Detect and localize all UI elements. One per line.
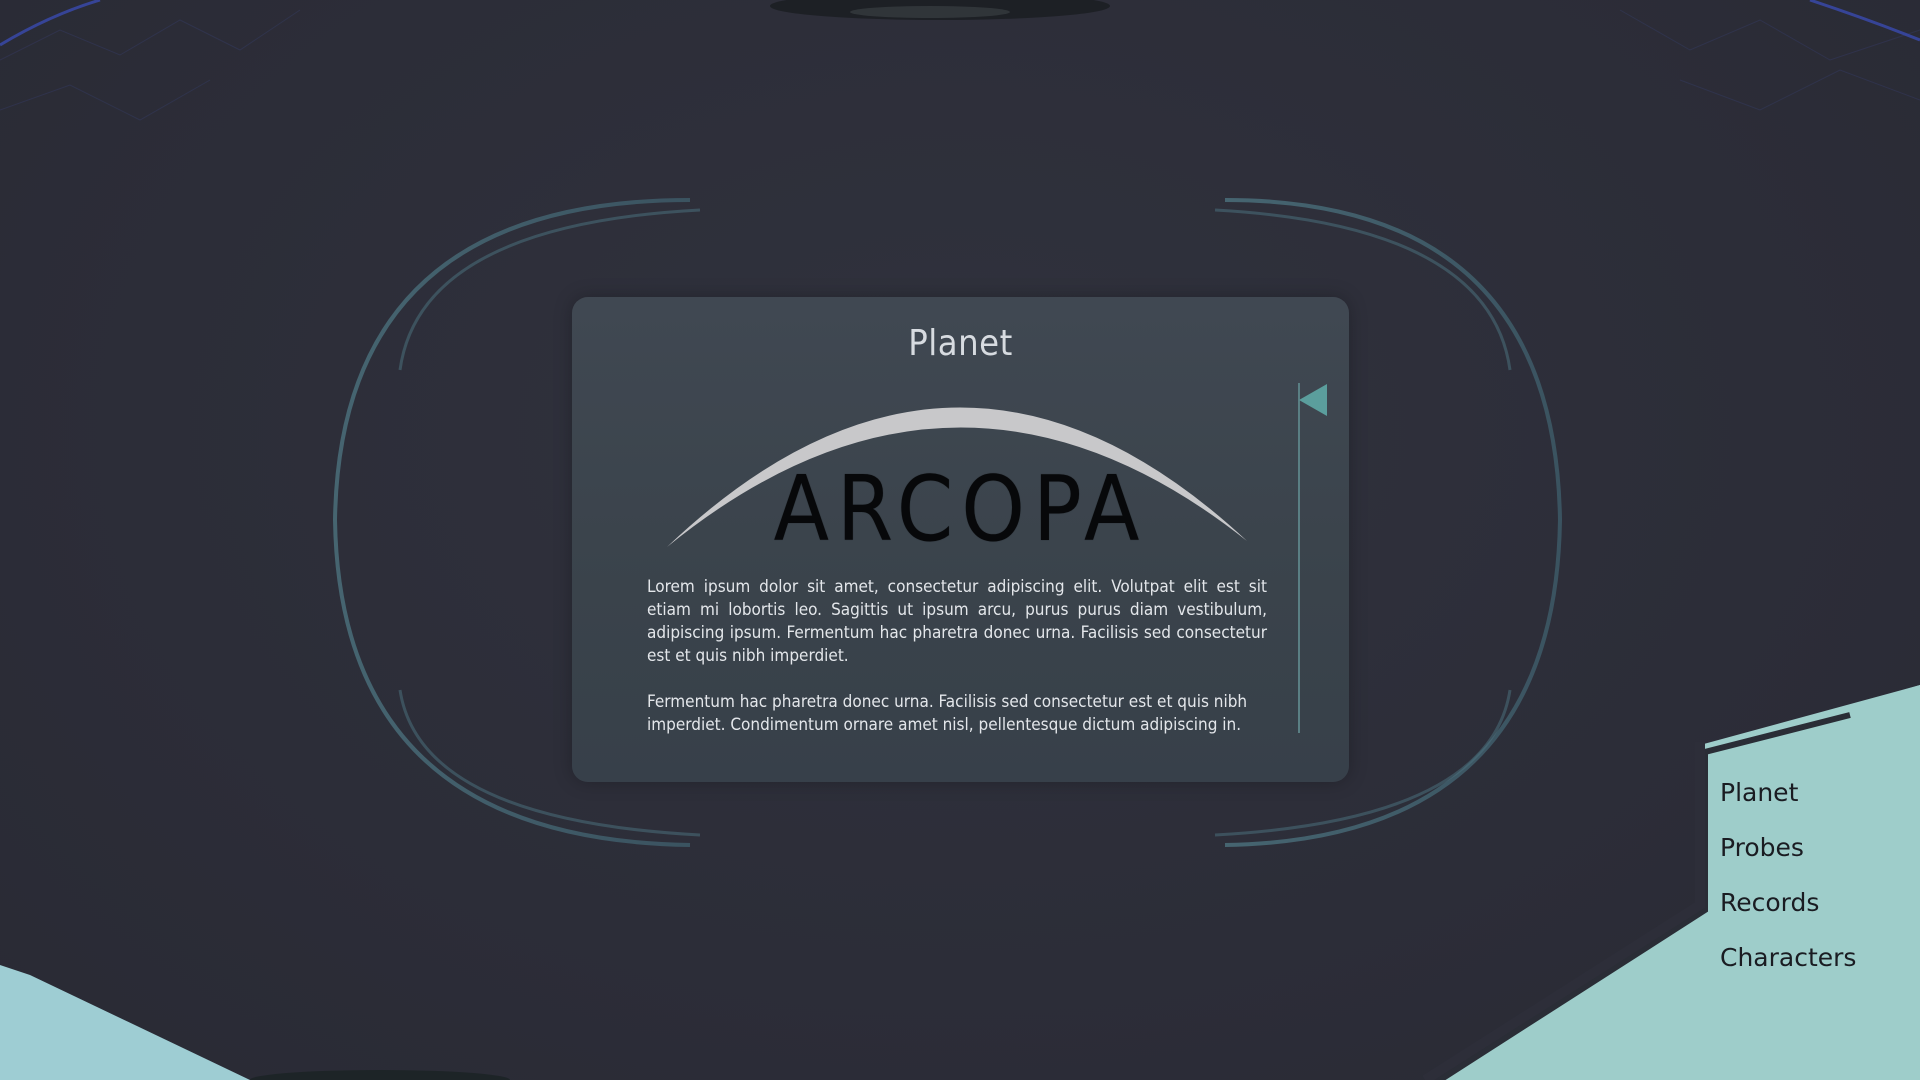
scroll-track[interactable] bbox=[1298, 383, 1300, 733]
card-title: Planet bbox=[908, 323, 1013, 364]
nav-item-characters[interactable]: Characters bbox=[1720, 937, 1856, 992]
planet-description-1: Lorem ipsum dolor sit amet, consectetur … bbox=[647, 577, 1267, 666]
nav-item-planet[interactable]: Planet bbox=[1720, 772, 1856, 827]
triangle-left-icon[interactable] bbox=[1299, 384, 1327, 416]
nav-item-records[interactable]: Records bbox=[1720, 882, 1856, 937]
nav-item-probes[interactable]: Probes bbox=[1720, 827, 1856, 882]
main-nav: Planet Probes Records Characters bbox=[1720, 772, 1856, 992]
planet-info-card: Planet ARCOPA Lorem ipsum dolor sit amet… bbox=[572, 297, 1349, 782]
app-screen: Planet ARCOPA Lorem ipsum dolor sit amet… bbox=[0, 0, 1920, 1080]
planet-description-2: Fermentum hac pharetra donec urna. Facil… bbox=[647, 692, 1248, 735]
planet-name: ARCOPA bbox=[773, 457, 1148, 562]
